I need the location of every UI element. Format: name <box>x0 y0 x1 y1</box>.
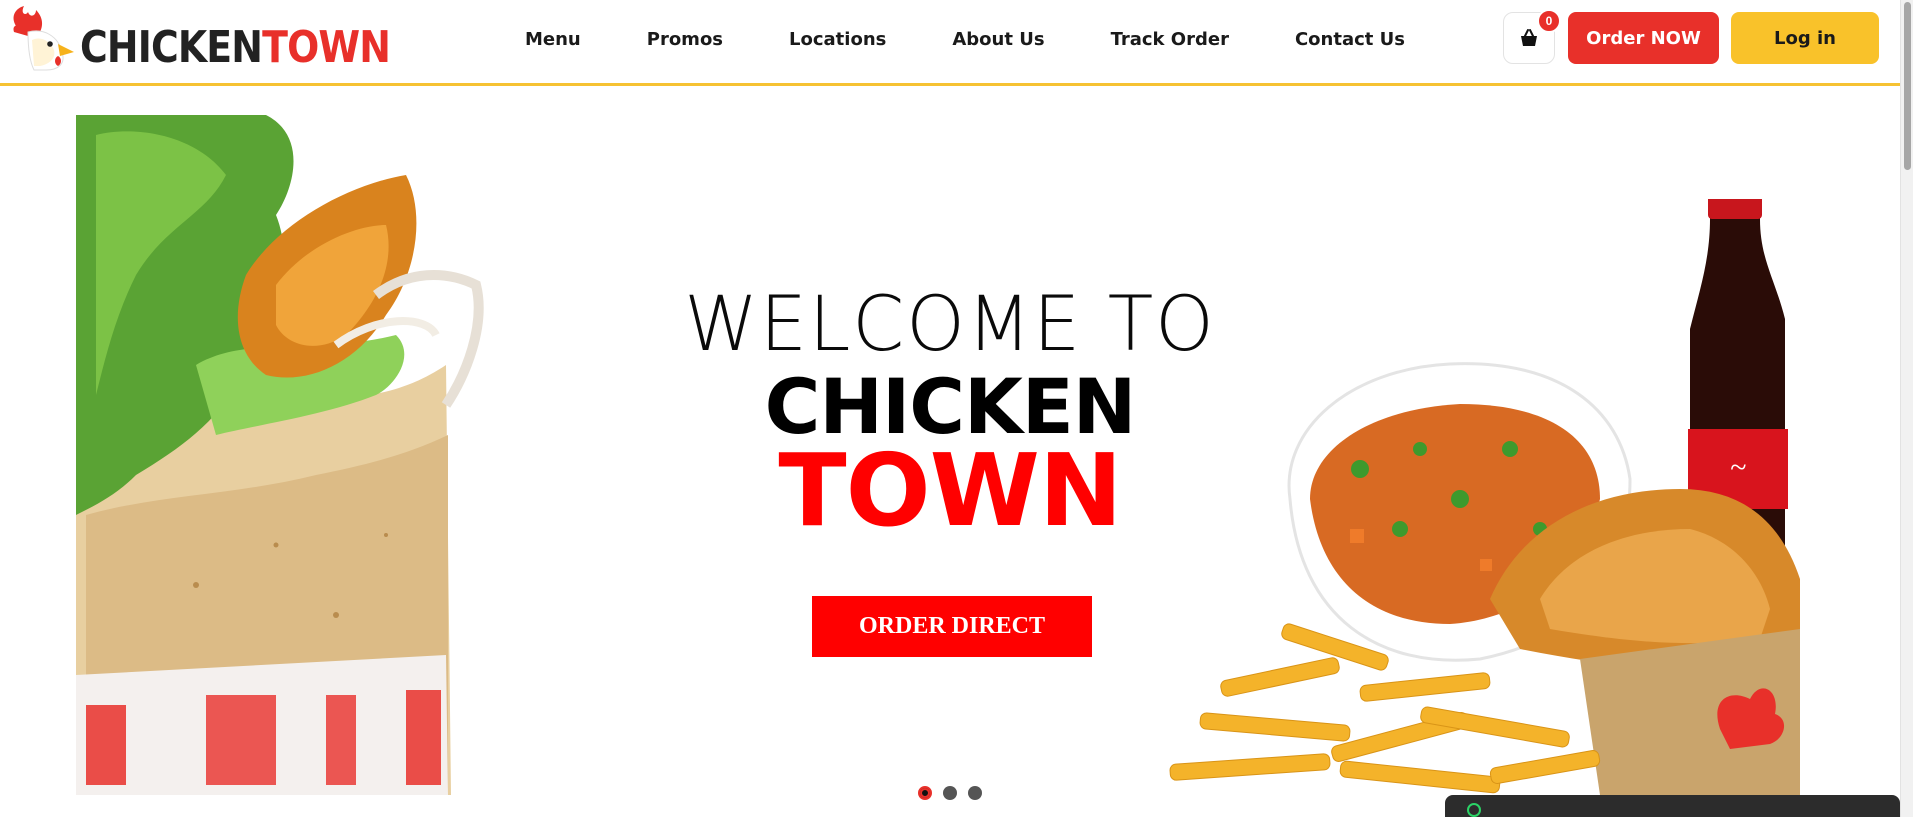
nav-item-promos[interactable]: Promos <box>647 29 723 50</box>
site-header: CHICKENTOWN Menu Promos Locations About … <box>0 0 1900 86</box>
chat-icon <box>1467 803 1481 817</box>
scrollbar-thumb[interactable] <box>1904 2 1911 170</box>
cola-label-text: ~ <box>1730 451 1746 484</box>
chat-widget-tab[interactable] <box>1445 795 1900 817</box>
carousel-dot-3[interactable] <box>968 786 982 800</box>
brand-wordmark: CHICKENTOWN <box>80 26 391 72</box>
cart-button[interactable]: 0 <box>1503 9 1561 64</box>
chicken-wrap-image <box>76 115 484 795</box>
carousel-dot-1[interactable] <box>918 786 932 800</box>
carousel-indicators <box>918 786 993 800</box>
nav-item-about-us[interactable]: About Us <box>952 29 1044 50</box>
hero-brand-line2: TOWN <box>778 432 1122 549</box>
nav-item-contact-us[interactable]: Contact Us <box>1295 29 1405 50</box>
carousel-dot-2[interactable] <box>943 786 957 800</box>
brand-name-part2: TOWN <box>262 22 391 73</box>
order-now-button[interactable]: Order NOW <box>1568 12 1719 64</box>
hero-welcome-text: WELCOME TO <box>684 279 1216 368</box>
rooster-logo-icon <box>13 6 74 71</box>
order-direct-button[interactable]: ORDER DIRECT <box>812 596 1092 657</box>
basket-icon <box>1521 29 1537 46</box>
login-button[interactable]: Log in <box>1731 12 1879 64</box>
nav-item-locations[interactable]: Locations <box>789 29 886 50</box>
brand-logo[interactable]: CHICKENTOWN <box>10 6 441 72</box>
hero-carousel: ~ WELCOME TO CHICKEN TOWN ORDER DIRECT <box>0 89 1900 817</box>
nav-item-track-order[interactable]: Track Order <box>1111 29 1229 50</box>
brand-name-part1: CHICKEN <box>80 22 263 73</box>
nav-item-menu[interactable]: Menu <box>525 29 581 50</box>
cart-count-badge: 0 <box>1537 9 1561 33</box>
page-scrollbar[interactable] <box>1900 0 1913 817</box>
main-nav: Menu Promos Locations About Us Track Ord… <box>525 0 1405 78</box>
